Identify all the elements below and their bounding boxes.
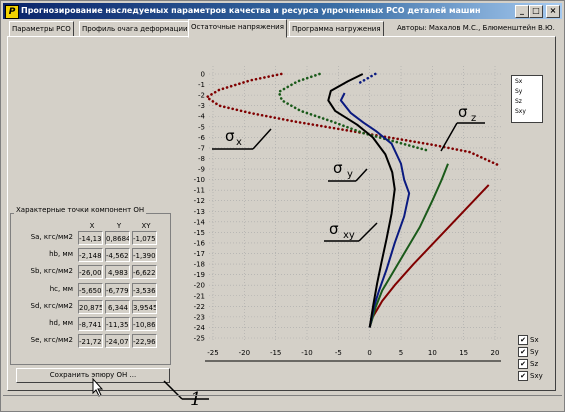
x-tick-label: -15: [270, 349, 281, 357]
y-tick-label: -14: [194, 218, 206, 226]
y-tick-label: -18: [194, 261, 205, 269]
y-tick-label: -2: [198, 92, 205, 100]
tab-residual-stress[interactable]: Остаточные напряжения: [188, 19, 287, 38]
x-tick-label: 15: [459, 349, 468, 357]
chart-legend: Sx Sy Sz Sxy: [511, 75, 543, 123]
toggle-sxy[interactable]: ✔ Sxy: [518, 371, 543, 381]
x-tick-label: -5: [335, 349, 342, 357]
legend-sx: Sx: [515, 78, 523, 85]
checkbox-sz[interactable]: ✔: [518, 359, 528, 369]
sigma-y-symbol: σ: [333, 159, 343, 177]
y-tick-label: -25: [194, 335, 205, 343]
y-tick-label: -3: [198, 102, 205, 110]
sigma-z-symbol: σ: [458, 103, 468, 121]
y-tick-label: -16: [194, 239, 206, 247]
y-tick-label: -1: [198, 81, 205, 89]
sigma-x-subscript: x: [236, 137, 242, 148]
x-tick-label: 20: [491, 349, 500, 357]
x-tick-label: 10: [428, 349, 437, 357]
legend-sy: Sy: [515, 88, 523, 95]
y-tick-label: -21: [194, 292, 205, 300]
x-tick-label: -20: [239, 349, 250, 357]
y-tick-label: 0: [201, 71, 205, 79]
toggle-sxy-label: Sxy: [530, 372, 543, 380]
y-tick-label: -11: [194, 187, 205, 195]
legend-sxy: Sxy: [515, 108, 526, 115]
y-tick-label: -24: [194, 324, 206, 332]
y-tick-label: -20: [194, 282, 205, 290]
app-window: P Прогнозирование наследуемых параметров…: [0, 0, 565, 412]
y-tick-label: -12: [194, 197, 205, 205]
y-tick-label: -9: [198, 166, 205, 174]
y-tick-label: -5: [198, 123, 205, 131]
legend-sz: Sz: [515, 98, 522, 105]
y-tick-label: -15: [194, 229, 205, 237]
y-tick-label: -13: [194, 208, 205, 216]
y-tick-label: -17: [194, 250, 205, 258]
x-tick-label: 5: [399, 349, 403, 357]
toggle-sz[interactable]: ✔ Sz: [518, 359, 538, 369]
checkbox-sxy[interactable]: ✔: [518, 371, 528, 381]
y-tick-label: -19: [194, 271, 205, 279]
checkbox-sy[interactable]: ✔: [518, 347, 528, 357]
y-tick-label: -8: [198, 155, 205, 163]
toggle-sy[interactable]: ✔ Sy: [518, 347, 539, 357]
sigma-y-subscript: y: [347, 169, 353, 180]
sigma-xy-subscript: xy: [343, 230, 355, 241]
sigma-x-symbol: σ: [225, 127, 235, 145]
y-tick-label: -6: [198, 134, 206, 142]
toggle-sx[interactable]: ✔ Sx: [518, 335, 539, 345]
residual-stress-chart: -25 -20 -15 -10 -5 0 5 10 15 20 0 -1 -2 -3 -4 -5 -6 -7 -8…: [92, 48, 552, 410]
y-tick-label: -7: [198, 144, 205, 152]
status-bar: [3, 395, 562, 410]
toggle-sy-label: Sy: [530, 348, 539, 356]
x-tick-label: -10: [301, 349, 312, 357]
checkbox-sx[interactable]: ✔: [518, 335, 528, 345]
y-tick-label: -4: [198, 113, 206, 121]
y-tick-label: -22: [194, 303, 205, 311]
chart-background: [178, 48, 552, 381]
mouse-cursor-icon: [92, 377, 104, 397]
y-tick-label: -10: [194, 176, 205, 184]
y-tick-label: -23: [194, 313, 205, 321]
x-tick-label: 0: [367, 349, 371, 357]
sigma-z-subscript: z: [471, 113, 476, 124]
sigma-xy-symbol: σ: [329, 220, 339, 238]
x-tick-label: -25: [207, 349, 218, 357]
toggle-sz-label: Sz: [530, 360, 539, 368]
toggle-sx-label: Sx: [530, 336, 539, 344]
